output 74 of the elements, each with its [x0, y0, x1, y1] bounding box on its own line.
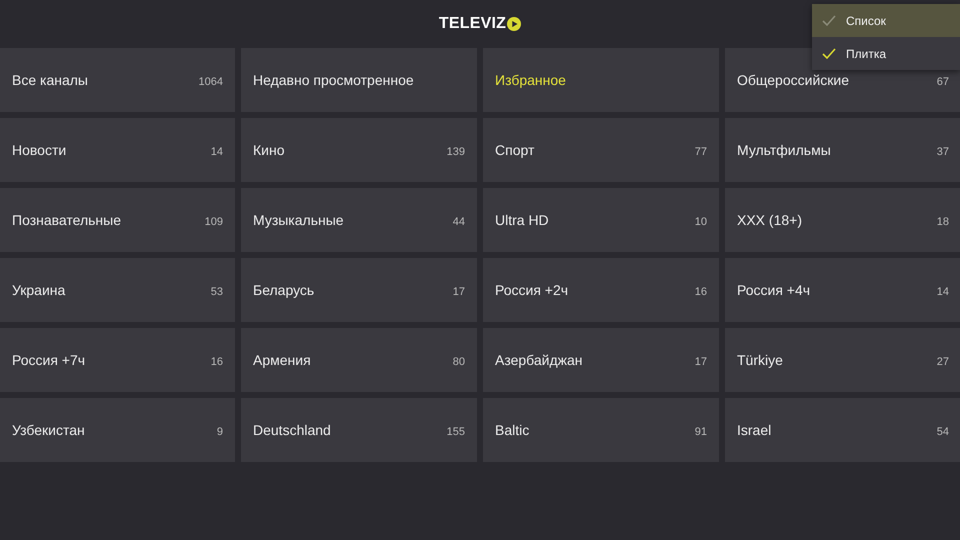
- category-tile[interactable]: Baltic 91: [483, 398, 719, 462]
- channel-count: 16: [210, 356, 223, 368]
- category-name: Türkiye: [737, 352, 783, 368]
- channel-count: 9: [216, 426, 223, 438]
- category-name: Все каналы: [12, 72, 88, 88]
- category-name: Кино: [253, 142, 284, 158]
- category-tile[interactable]: XXX (18+) 18: [725, 188, 960, 252]
- category-tile[interactable]: Недавно просмотренное: [241, 48, 477, 112]
- channel-count: 14: [936, 286, 949, 298]
- category-tile[interactable]: Спорт 77: [483, 118, 719, 182]
- category-name: Общероссийские: [737, 72, 849, 88]
- category-name: Познавательные: [12, 212, 122, 228]
- category-tile[interactable]: Избранное: [483, 48, 719, 112]
- channel-count: 14: [210, 146, 223, 158]
- channel-count: 37: [936, 146, 949, 158]
- channel-count: 80: [452, 356, 465, 368]
- category-tile[interactable]: Украина 53: [0, 258, 235, 322]
- category-name: Избранное: [495, 72, 566, 88]
- category-name: Israel: [737, 422, 772, 438]
- category-name: Россия +2ч: [495, 282, 568, 298]
- category-tile[interactable]: Россия +2ч 16: [483, 258, 719, 322]
- channel-count: 27: [936, 356, 949, 368]
- category-tile[interactable]: Музыкальные 44: [241, 188, 477, 252]
- channel-count: 17: [452, 286, 465, 298]
- category-tile[interactable]: Россия +7ч 16: [0, 328, 235, 392]
- category-name: Ultra HD: [495, 212, 549, 228]
- channel-count: 91: [694, 426, 707, 438]
- category-name: Россия +7ч: [12, 352, 86, 368]
- category-name: Беларусь: [253, 282, 314, 298]
- channel-count: 139: [446, 146, 465, 158]
- category-name: Недавно просмотренное: [253, 72, 414, 88]
- category-tile[interactable]: Кино 139: [241, 118, 477, 182]
- category-tile[interactable]: Познавательные 109: [0, 188, 235, 252]
- channel-count: 44: [452, 216, 465, 228]
- category-tile[interactable]: Беларусь 17: [241, 258, 477, 322]
- menu-item[interactable]: Список: [812, 4, 960, 37]
- channel-count: 17: [694, 356, 707, 368]
- channel-count: 1064: [198, 76, 223, 88]
- category-tile[interactable]: Узбекистан 9: [0, 398, 235, 462]
- category-name: XXX (18+): [737, 212, 802, 228]
- category-tile[interactable]: Все каналы 1064: [0, 48, 235, 112]
- category-tile[interactable]: Мультфильмы 37: [725, 118, 960, 182]
- category-name: Мультфильмы: [737, 142, 831, 158]
- channel-count: 53: [210, 286, 223, 298]
- channel-count: 10: [694, 216, 707, 228]
- category-tile[interactable]: Армения 80: [241, 328, 477, 392]
- category-name: Россия +4ч: [737, 282, 810, 298]
- category-name: Армения: [253, 352, 311, 368]
- category-tile[interactable]: Россия +4ч 14: [725, 258, 960, 322]
- category-name: Новости: [12, 142, 66, 158]
- category-tile[interactable]: Israel 54: [725, 398, 960, 462]
- play-circle-icon: [507, 17, 522, 31]
- category-tile[interactable]: Ultra HD 10: [483, 188, 719, 252]
- channel-count: 155: [446, 426, 465, 438]
- category-tile[interactable]: Азербайджан 17: [483, 328, 719, 392]
- category-name: Baltic: [495, 422, 530, 438]
- menu-item-label: Плитка: [846, 46, 886, 60]
- category-tile[interactable]: Новости 14: [0, 118, 235, 182]
- category-name: Украина: [12, 282, 66, 298]
- category-tile[interactable]: Türkiye 27: [725, 328, 960, 392]
- channel-count: 67: [936, 76, 949, 88]
- category-name: Азербайджан: [495, 352, 583, 368]
- category-name: Музыкальные: [253, 212, 344, 228]
- channel-count: 18: [936, 216, 949, 228]
- category-name: Узбекистан: [12, 422, 85, 438]
- logo-text: TELEVIZ: [438, 15, 506, 33]
- category-tile[interactable]: Deutschland 155: [241, 398, 477, 462]
- channel-count: 54: [936, 426, 949, 438]
- category-name: Deutschland: [253, 422, 331, 438]
- channel-count: 109: [204, 216, 223, 228]
- channel-count: 77: [694, 146, 707, 158]
- channel-count: 16: [694, 286, 707, 298]
- category-name: Спорт: [495, 142, 534, 158]
- menu-item-label: Список: [846, 14, 886, 28]
